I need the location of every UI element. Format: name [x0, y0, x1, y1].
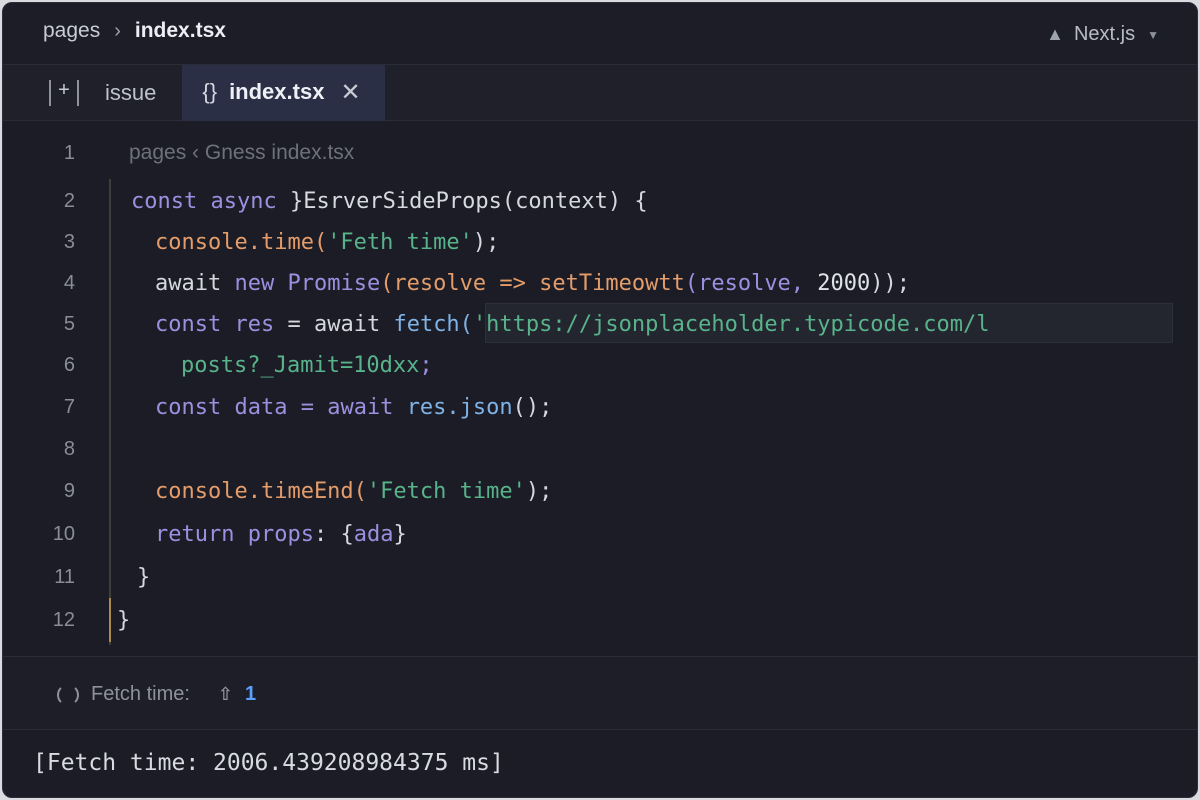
property: props [247, 521, 314, 547]
string: 'https://jsonplaceholder.typicode.com/l [472, 311, 990, 337]
keyword: = await [287, 394, 407, 420]
code-text: const data = await res.json(); [155, 395, 552, 420]
framework-label: Next.js [1073, 23, 1136, 45]
identifier: SideProps [382, 188, 502, 214]
keyword: return [155, 521, 248, 547]
line-number: 11 [54, 565, 75, 588]
code-text: const res = await fetch('https://jsonpla… [155, 312, 990, 337]
line-number: 5 [63, 312, 75, 335]
line-number: 2 [63, 189, 75, 212]
variable: ada [353, 521, 394, 547]
string: 'Fetch time' [366, 478, 526, 504]
code-text: await new Promise(resolve => setTimeowtt… [155, 271, 910, 296]
punct: ); [472, 229, 500, 255]
code-text: } [117, 607, 131, 633]
code-line: 12 } [3, 599, 1197, 641]
code-line: 3 console.time('Feth time'); [3, 221, 1197, 263]
line-number: 8 [63, 437, 75, 460]
code-line: 2 const async }EsrverSideProps(context) … [3, 180, 1197, 222]
spinner-icon [57, 683, 79, 706]
code-line: 5 const res = await fetch('https://jsonp… [3, 303, 1197, 345]
keyword: = await [274, 311, 394, 337]
line-number: 6 [63, 353, 75, 376]
keyword: const async [131, 188, 290, 214]
string: 'Feth time' [327, 229, 473, 255]
keyword: await [155, 270, 235, 296]
params: (context) { [501, 188, 648, 214]
line-number: 3 [63, 230, 75, 253]
line-number: 9 [63, 479, 75, 502]
braces-icon: {} [202, 79, 218, 104]
code-line: 11 } [3, 556, 1197, 598]
code-line: 10 return props: {ada} [3, 513, 1197, 555]
tab-label: issue [105, 80, 157, 105]
close-icon[interactable]: ✕ [340, 78, 360, 107]
tab-bar: + issue {} index.tsx ✕ [3, 65, 1197, 121]
code-line: 8 [3, 428, 1197, 470]
code-text: console.timeEnd('Fetch time'); [155, 479, 552, 504]
add-icon: + [49, 80, 79, 106]
keyword: new [234, 270, 288, 296]
breadcrumb-folder[interactable]: pages [43, 19, 100, 43]
code-text: const async }EsrverSideProps(context) { [131, 189, 648, 214]
panel-title-label: Fetch time: [91, 683, 190, 705]
chevron-right-icon: › [114, 19, 121, 42]
punct: (); [512, 394, 553, 420]
call: console.timeEnd( [155, 478, 367, 504]
call: console.time( [155, 229, 328, 255]
class: Promise [287, 270, 381, 296]
code-line: 4 await new Promise(resolve => setTimeow… [3, 262, 1197, 304]
line-number: 4 [63, 271, 75, 294]
code-line: 6 posts?_Jamit=10dxx; [3, 344, 1197, 386]
punct: } [393, 521, 407, 547]
punct: )); [870, 270, 911, 296]
count-value: 1 [245, 683, 257, 705]
output-panel-header: Fetch time: ⇧ 1 [3, 656, 1197, 730]
line-number: 1 [63, 141, 75, 164]
code-text: posts?_Jamit=10dxx; [181, 353, 433, 378]
code-text: } [137, 564, 151, 590]
call: setTimeowtt [539, 270, 685, 296]
code-text: console.time('Feth time'); [155, 230, 499, 255]
output-panel-title: Fetch time: ⇧ 1 [57, 683, 256, 706]
variable: data [234, 394, 288, 420]
console-output: [Fetch time: 2006.439208984375 ms] [33, 750, 504, 776]
string: posts?_Jamit=10dxx [181, 352, 420, 378]
call: res.json [406, 394, 513, 420]
breadcrumb-file[interactable]: index.tsx [135, 19, 226, 43]
number: 2000 [817, 270, 871, 296]
tab-label: index.tsx [229, 79, 325, 104]
export-icon: ⇧ [217, 684, 234, 704]
code-text: return props: {ada} [155, 522, 407, 547]
framework-selector[interactable]: ▲ Next.js ▼ [1046, 23, 1159, 46]
line-number: 10 [52, 522, 75, 545]
result-count[interactable]: ⇧ 1 [218, 683, 256, 706]
editor-window: pages › index.tsx ▲ Next.js ▼ + issue {}… [2, 2, 1198, 798]
line-number: 12 [52, 608, 75, 631]
punct: ; [419, 352, 433, 378]
breadcrumb-bar: pages › index.tsx ▲ Next.js ▼ [3, 3, 1197, 65]
call: fetch( [393, 311, 473, 337]
identifier: }Esrver [289, 188, 383, 214]
punct: ); [525, 478, 553, 504]
code-breadcrumb: pages ‹ Gness index.tsx [129, 141, 355, 164]
caret-down-icon: ▼ [1147, 27, 1159, 42]
tab-issue[interactable]: + issue [3, 65, 182, 121]
punct: : { [313, 521, 354, 547]
code-line: 1 pages ‹ Gness index.tsx [3, 132, 1197, 174]
line-number: 7 [63, 395, 75, 418]
code-editor[interactable]: 1 pages ‹ Gness index.tsx 2 const async … [3, 122, 1197, 656]
code-line: 7 const data = await res.json(); [3, 386, 1197, 428]
keyword: const [155, 394, 235, 420]
arrow-fn: (resolve => [380, 270, 540, 296]
tab-index-tsx[interactable]: {} index.tsx ✕ [182, 65, 385, 121]
flame-icon: ▲ [1046, 24, 1064, 44]
keyword: const [155, 311, 235, 337]
breadcrumb: pages › index.tsx [43, 19, 226, 43]
variable: res [234, 311, 275, 337]
args: (resolve, [684, 270, 818, 296]
code-line: 9 console.timeEnd('Fetch time'); [3, 470, 1197, 512]
